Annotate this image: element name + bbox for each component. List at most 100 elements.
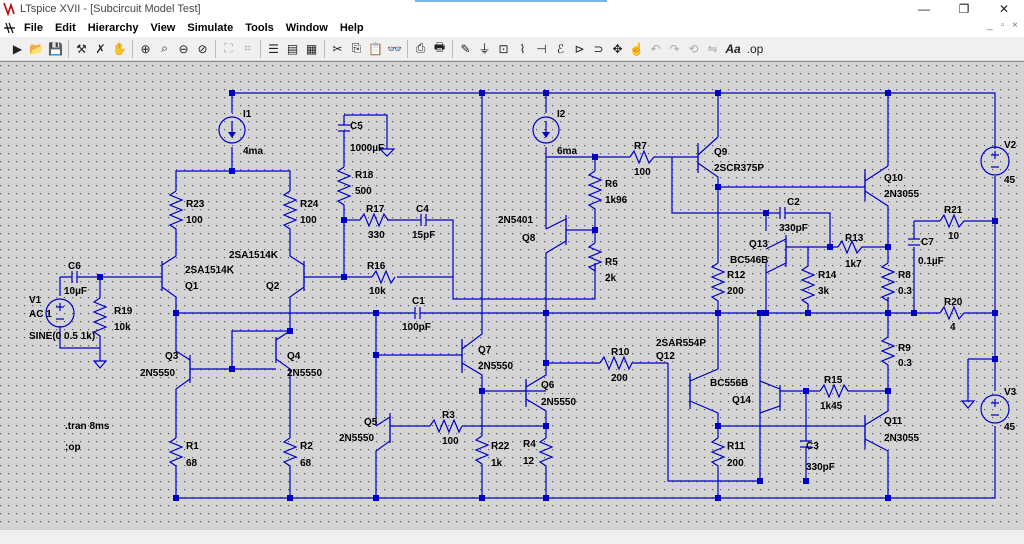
label-r17-value: 330 bbox=[368, 230, 385, 241]
label-v2-value: 45 bbox=[1004, 175, 1016, 186]
menu-simulate[interactable]: Simulate bbox=[181, 22, 239, 34]
spice-directive-tran: .tran 8ms bbox=[65, 421, 110, 432]
capacitor-icon[interactable]: ⊣ bbox=[532, 39, 551, 59]
ltspice-logo-icon bbox=[3, 2, 15, 16]
label-c6-value: 10µF bbox=[64, 286, 87, 297]
redo-icon[interactable]: ↷ bbox=[665, 39, 684, 59]
zoom-pan-icon[interactable]: ⌕ bbox=[155, 39, 174, 59]
control-panel-icon[interactable]: ⚒ bbox=[72, 39, 91, 59]
inductor-icon[interactable]: ℰ bbox=[551, 39, 570, 59]
label-c7-value: 0.1µF bbox=[918, 256, 944, 267]
label-q11-model: 2N3055 bbox=[884, 433, 919, 444]
paste-icon[interactable]: 📋 bbox=[366, 39, 385, 59]
cascade-icon[interactable]: ▤ bbox=[283, 39, 302, 59]
close-window-button[interactable]: ✕ bbox=[984, 0, 1024, 18]
label-r4: R4 bbox=[523, 439, 536, 450]
mirror-icon[interactable]: ⇋ bbox=[703, 39, 722, 59]
copy-icon[interactable]: ⎘ bbox=[347, 39, 366, 59]
spice-directive-icon[interactable]: .op bbox=[744, 39, 766, 59]
label-r2-value: 68 bbox=[300, 458, 312, 469]
toolbar: ▶ 📂 💾 ⚒ ✗ ✋ ⊕ ⌕ ⊖ ⊘ ⛶ ⌗ ☰ ▤ ▦ ✂ ⎘ 📋 👓 ⎙ … bbox=[0, 37, 1024, 61]
print-setup-icon[interactable]: ⎙ bbox=[411, 39, 430, 59]
label-r18: R18 bbox=[355, 170, 374, 181]
label-r3-value: 100 bbox=[442, 436, 459, 447]
label-r6: R6 bbox=[605, 179, 618, 190]
label-q13: Q13 bbox=[749, 239, 768, 250]
pan-icon[interactable]: ✋ bbox=[110, 39, 129, 59]
tile-icon[interactable]: ☰ bbox=[264, 39, 283, 59]
label-q6-model: 2N5550 bbox=[541, 397, 576, 408]
label-r24-value: 100 bbox=[300, 215, 317, 226]
document-icon[interactable] bbox=[2, 20, 18, 36]
label-r18-value: 500 bbox=[355, 186, 372, 197]
label-r20: R20 bbox=[944, 297, 963, 308]
menu-edit[interactable]: Edit bbox=[49, 22, 82, 34]
menu-help[interactable]: Help bbox=[334, 22, 370, 34]
spice-directive-op: ;op bbox=[65, 442, 81, 453]
zoom-out-icon[interactable]: ⊖ bbox=[174, 39, 193, 59]
label-q4: Q4 bbox=[287, 351, 301, 362]
label-r16-value: 10k bbox=[369, 286, 386, 297]
label-q9: Q9 bbox=[714, 147, 728, 158]
label-q4-model: 2N5550 bbox=[287, 368, 322, 379]
label-i2-value: 6ma bbox=[557, 146, 577, 157]
zoom-fit-icon[interactable]: ⊘ bbox=[193, 39, 212, 59]
drag-icon[interactable]: ☝ bbox=[627, 39, 646, 59]
run-icon[interactable]: ▶ bbox=[8, 39, 27, 59]
print-icon[interactable]: 🖶 bbox=[430, 39, 449, 59]
move-icon[interactable]: ✥ bbox=[608, 39, 627, 59]
resistor-icon[interactable]: ⌇ bbox=[513, 39, 532, 59]
mdi-minimize-button[interactable]: _ bbox=[987, 20, 993, 31]
label-c2-value: 330pF bbox=[779, 223, 808, 234]
label-icon[interactable]: ⊡ bbox=[494, 39, 513, 59]
label-q11: Q11 bbox=[884, 416, 903, 427]
label-q5: Q5 bbox=[364, 417, 378, 428]
wire-icon[interactable]: ✎ bbox=[456, 39, 475, 59]
menu-file[interactable]: File bbox=[18, 22, 49, 34]
label-r2: R2 bbox=[300, 441, 313, 452]
label-v2: V2 bbox=[1004, 140, 1017, 151]
minimize-button[interactable]: — bbox=[904, 0, 944, 18]
label-r11-value: 200 bbox=[727, 458, 744, 469]
autoscale-icon[interactable]: ⛶ bbox=[219, 39, 238, 59]
label-r8: R8 bbox=[898, 270, 911, 281]
label-c1: C1 bbox=[412, 296, 425, 307]
restore-button[interactable]: ❐ bbox=[944, 0, 984, 18]
diode-icon[interactable]: ⊳ bbox=[570, 39, 589, 59]
halt-icon[interactable]: ✗ bbox=[91, 39, 110, 59]
text-icon[interactable]: Aa bbox=[722, 39, 744, 59]
label-i2: I2 bbox=[557, 109, 566, 120]
label-r4-value: 12 bbox=[523, 456, 535, 467]
mdi-restore-button[interactable]: ▫ bbox=[1001, 20, 1005, 31]
label-c3: C3 bbox=[806, 441, 819, 452]
undo-icon[interactable]: ↶ bbox=[646, 39, 665, 59]
label-r6-value: 1k96 bbox=[605, 195, 628, 206]
label-q14-model: BC556B bbox=[710, 378, 748, 389]
menu-view[interactable]: View bbox=[145, 22, 182, 34]
label-q14: Q14 bbox=[732, 395, 751, 406]
menu-hierarchy[interactable]: Hierarchy bbox=[82, 22, 145, 34]
menu-window[interactable]: Window bbox=[280, 22, 334, 34]
open-icon[interactable]: 📂 bbox=[27, 39, 46, 59]
save-icon[interactable]: 💾 bbox=[46, 39, 65, 59]
close-all-icon[interactable]: ▦ bbox=[302, 39, 321, 59]
mdi-close-button[interactable]: × bbox=[1012, 20, 1018, 31]
rotate-icon[interactable]: ⟲ bbox=[684, 39, 703, 59]
schematic-canvas[interactable]: I1 4ma I2 6ma C5 1000µF R18 500 R17 330 … bbox=[0, 61, 1024, 530]
ground-icon[interactable]: ⏚ bbox=[475, 39, 494, 59]
find-icon[interactable]: 👓 bbox=[385, 39, 404, 59]
label-r21: R21 bbox=[944, 205, 963, 216]
label-r5-value: 2k bbox=[605, 273, 617, 284]
menu-tools[interactable]: Tools bbox=[239, 22, 280, 34]
label-r1: R1 bbox=[186, 441, 199, 452]
label-r15: R15 bbox=[824, 375, 843, 386]
cut-icon[interactable]: ✂ bbox=[328, 39, 347, 59]
label-r21-value: 10 bbox=[948, 231, 960, 242]
grid-icon[interactable]: ⌗ bbox=[238, 39, 257, 59]
label-q12: Q12 bbox=[656, 351, 675, 362]
component-icon[interactable]: ⊃ bbox=[589, 39, 608, 59]
label-q1-model: 2SA1514K bbox=[185, 265, 235, 276]
zoom-in-icon[interactable]: ⊕ bbox=[136, 39, 155, 59]
label-r5: R5 bbox=[605, 257, 618, 268]
label-c1-value: 100pF bbox=[402, 322, 431, 333]
